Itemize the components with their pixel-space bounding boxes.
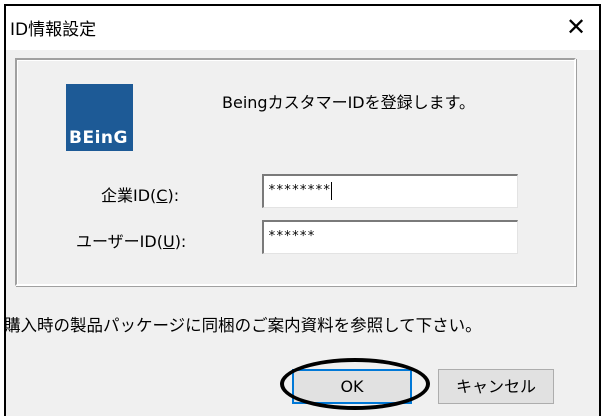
user-id-label-suffix: ): (174, 232, 187, 251)
user-id-label: ユーザーID(U): (76, 228, 186, 252)
instruction-note: 購入時の製品パッケージに同梱のご案内資料を参照して下さい。 (4, 316, 482, 335)
ok-button[interactable]: OK (292, 369, 412, 404)
user-id-value: ****** (268, 229, 315, 244)
user-id-accelerator: U (162, 232, 175, 251)
user-id-label-prefix: ユーザーID( (76, 232, 163, 251)
company-id-field[interactable]: ******** (262, 174, 518, 208)
text-caret (330, 181, 332, 200)
title-bar: ID情報設定 ✕ (6, 6, 599, 50)
company-id-label: 企業ID(C): (101, 182, 179, 206)
company-id-label-suffix: ): (167, 186, 180, 205)
logo-text: BEinG (69, 128, 128, 148)
company-id-accelerator: C (156, 186, 168, 205)
dialog-heading: BeingカスタマーIDを登録します。 (222, 93, 476, 112)
being-logo: BEinG (66, 84, 133, 151)
window-title: ID情報設定 (10, 20, 97, 40)
close-icon[interactable]: ✕ (561, 12, 591, 42)
user-id-field[interactable]: ****** (262, 220, 518, 254)
company-id-value: ******** (268, 183, 331, 198)
company-id-label-prefix: 企業ID( (101, 186, 157, 205)
cancel-button[interactable]: キャンセル (438, 369, 554, 404)
